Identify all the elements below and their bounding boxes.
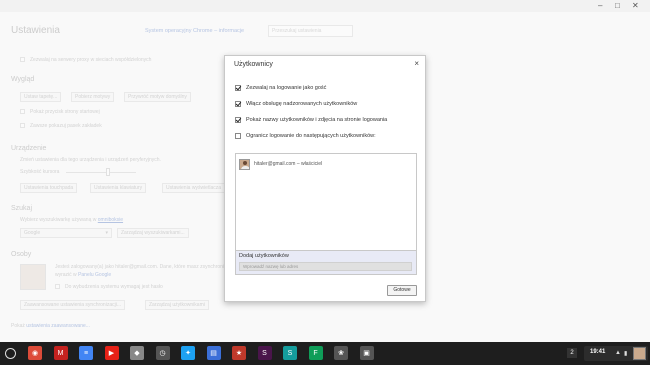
user-avatar (239, 158, 250, 170)
guest-login-label: Zezwalaj na logowanie jako gość (246, 84, 327, 91)
photos-icon[interactable]: ◆ (130, 346, 144, 360)
restrict-login-checkbox[interactable] (235, 132, 241, 139)
supervised-users-checkbox[interactable] (235, 100, 241, 107)
add-users-section: Dodaj użytkowników Wprowadź nazwę lub ad… (235, 251, 417, 275)
dialog-title: Użytkownicy (234, 61, 273, 68)
show-usernames-option[interactable]: Pokaż nazwy użytkowników i zdjęcia na st… (235, 115, 387, 124)
guest-login-option[interactable]: Zezwalaj na logowanie jako gość (235, 83, 326, 92)
clock-icon[interactable]: ◷ (155, 346, 170, 360)
minimize-icon[interactable]: – (598, 1, 602, 11)
restrict-login-option[interactable]: Ogranicz logowanie do następujących użyt… (235, 131, 376, 140)
close-icon[interactable]: × (414, 59, 419, 68)
maximize-icon[interactable]: □ (615, 1, 620, 11)
settings-app-icon[interactable]: ▣ (359, 346, 374, 360)
clock: 19:41 (590, 349, 606, 355)
add-user-input[interactable]: Wprowadź nazwę lub adres (239, 262, 412, 271)
show-usernames-checkbox[interactable] (235, 116, 241, 123)
add-users-label: Dodaj użytkowników (239, 253, 289, 259)
user-list: hitaler@gmail.com – właściciel (235, 153, 417, 251)
youtube-icon[interactable]: ▶ (104, 346, 119, 360)
launcher-icon[interactable] (5, 348, 16, 359)
guest-login-checkbox[interactable] (235, 84, 241, 91)
docs-icon[interactable]: ≡ (79, 346, 93, 360)
store-icon[interactable]: S (283, 346, 297, 360)
chrome-icon[interactable]: ◉ (28, 346, 42, 360)
twitter-icon[interactable]: ✦ (181, 346, 195, 360)
pocket-icon[interactable]: ★ (232, 346, 246, 360)
user-name: hitaler@gmail.com – właściciel (254, 161, 323, 167)
files-icon[interactable]: ▤ (206, 346, 221, 360)
lotus-icon[interactable]: ❀ (334, 346, 348, 360)
battery-icon: ▮ (624, 351, 628, 357)
users-dialog: Użytkownicy × Zezwalaj na logowanie jako… (224, 55, 426, 302)
done-button[interactable]: Gotowe (387, 285, 417, 296)
window-titlebar: – □ ✕ (0, 0, 650, 12)
slack-icon[interactable]: S (257, 346, 272, 360)
restrict-login-label: Ogranicz logowanie do następujących użyt… (246, 132, 376, 139)
wifi-icon: ▲ (615, 350, 621, 356)
show-usernames-label: Pokaż nazwy użytkowników i zdjęcia na st… (246, 116, 388, 123)
shelf: ◉ M ≡ ▶ ◆ ◷ ✦ ▤ ★ S S F ❀ ▣ 2 ▲ ▮ 19:41 (0, 342, 650, 365)
supervised-users-label: Włącz obsługę nadzorowanych użytkowników (246, 100, 358, 107)
notification-count[interactable]: 2 (567, 348, 577, 358)
account-avatar[interactable] (633, 347, 646, 360)
supervised-users-option[interactable]: Włącz obsługę nadzorowanych użytkowników (235, 99, 357, 108)
gmail-icon[interactable]: M (53, 346, 68, 360)
list-item[interactable]: hitaler@gmail.com – właściciel (239, 157, 322, 171)
sheets-icon[interactable]: F (308, 346, 323, 360)
close-window-icon[interactable]: ✕ (632, 1, 639, 11)
